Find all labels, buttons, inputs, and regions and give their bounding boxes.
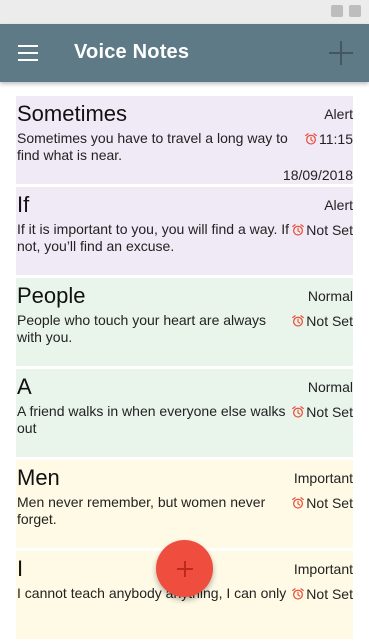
note-card[interactable]: People Normal People who touch your hear… — [16, 278, 353, 366]
alarm-clock-icon — [305, 133, 317, 145]
note-body: People who touch your heart are always w… — [17, 312, 267, 345]
note-priority: Normal — [307, 288, 353, 304]
alarm-clock-icon — [292, 224, 305, 236]
note-alarm: Not Set — [291, 222, 353, 238]
alarm-clock-icon — [292, 588, 305, 600]
note-body: If it is important to you, you will find… — [17, 221, 290, 254]
note-alarm-text: Not Set — [306, 222, 353, 238]
note-alarm: Not Set — [291, 313, 353, 329]
note-card[interactable]: Men Important Men never remember, but wo… — [16, 460, 353, 548]
note-priority: Normal — [307, 379, 353, 395]
note-priority: Alert — [324, 197, 353, 213]
note-alarm: Not Set — [291, 404, 353, 420]
note-card[interactable]: Sometimes Alert Sometimes you have to tr… — [16, 96, 353, 184]
note-title: A — [17, 374, 32, 399]
alarm-clock-icon — [292, 406, 305, 418]
note-priority: Important — [293, 470, 353, 486]
note-alarm-text: Not Set — [306, 404, 353, 420]
app-bar: Voice Notes — [0, 24, 369, 82]
note-body: Men never remember, but women never forg… — [17, 494, 266, 527]
note-priority: Alert — [324, 106, 353, 122]
app-title: Voice Notes — [74, 41, 190, 63]
note-title: If — [17, 192, 30, 217]
alarm-clock-icon — [292, 497, 305, 509]
note-body: Sometimes you have to travel a long way … — [17, 130, 288, 163]
add-icon[interactable] — [329, 41, 353, 65]
note-body: A friend walks in when everyone else wal… — [17, 403, 286, 436]
note-card[interactable]: If Alert If it is important to you, you … — [16, 187, 353, 275]
note-alarm-text: Not Set — [306, 495, 353, 511]
menu-icon[interactable] — [18, 45, 38, 61]
status-bar — [0, 0, 369, 24]
add-note-button[interactable] — [156, 540, 213, 597]
note-alarm: Not Set — [291, 586, 353, 602]
note-title: People — [17, 283, 86, 308]
note-title: I — [17, 556, 24, 581]
alarm-clock-icon — [292, 315, 305, 327]
note-title: Men — [17, 465, 60, 490]
note-date: 18/09/2018 — [282, 167, 353, 183]
note-body: I cannot teach anybody anything, I can o… — [17, 585, 287, 601]
note-priority: Important — [293, 561, 353, 577]
status-icons — [331, 5, 361, 17]
note-alarm: Not Set — [291, 495, 353, 511]
plus-icon — [176, 560, 193, 577]
note-title: Sometimes — [17, 101, 128, 126]
note-alarm: 11:15 — [304, 131, 353, 147]
note-alarm-text: 11:15 — [319, 131, 353, 147]
note-alarm-text: Not Set — [306, 586, 353, 602]
note-card[interactable]: A Normal A friend walks in when everyone… — [16, 369, 353, 457]
note-alarm-text: Not Set — [306, 313, 353, 329]
